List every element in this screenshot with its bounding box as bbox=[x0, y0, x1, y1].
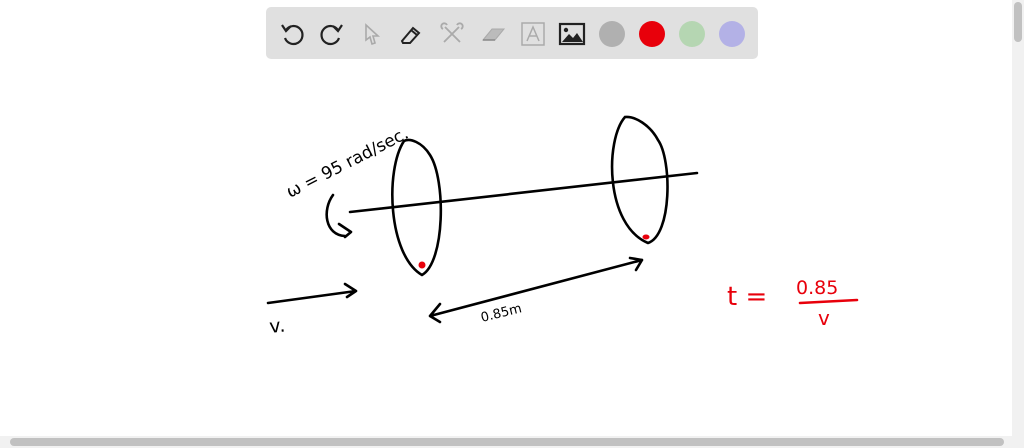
axis-line bbox=[348, 171, 699, 214]
velocity-arrow bbox=[266, 282, 358, 305]
horizontal-scrollbar[interactable] bbox=[0, 436, 1024, 448]
distance-arrow bbox=[428, 256, 644, 324]
distance-label: 0.85m bbox=[479, 301, 523, 326]
vertical-scroll-thumb[interactable] bbox=[1014, 2, 1022, 42]
right-disk-mark bbox=[642, 234, 650, 240]
left-disk-mark bbox=[418, 261, 426, 269]
time-variable: t = bbox=[727, 282, 767, 312]
vertical-scrollbar[interactable] bbox=[1012, 0, 1024, 436]
drawing-canvas[interactable]: ω = 95 rad/sec. 0.85m v. t = 0.85 v bbox=[0, 0, 1012, 436]
rotation-arrow bbox=[325, 193, 353, 239]
horizontal-scroll-thumb[interactable] bbox=[10, 438, 1004, 446]
fraction-bar bbox=[798, 298, 859, 305]
time-denominator: v bbox=[818, 306, 830, 330]
velocity-label: v. bbox=[268, 314, 286, 338]
time-numerator: 0.85 bbox=[796, 277, 838, 299]
